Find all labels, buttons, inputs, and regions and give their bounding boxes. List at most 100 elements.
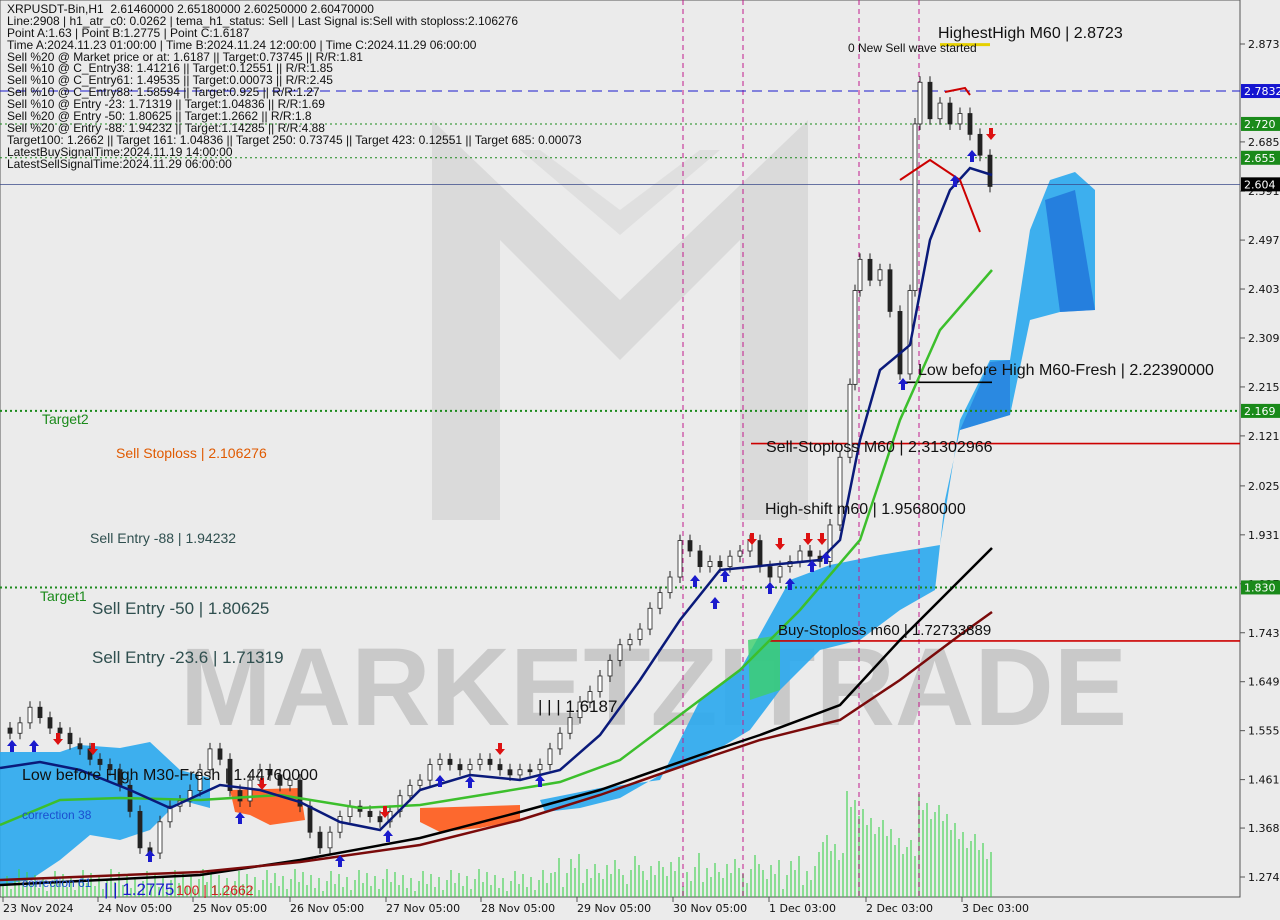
volume-bar (766, 879, 768, 897)
volume-bar (958, 839, 960, 897)
y-tick-label: 2.8735 (1248, 38, 1280, 51)
candle-body (807, 550, 813, 557)
volume-bar (906, 847, 908, 897)
volume-bar (874, 834, 876, 897)
volume-bar (382, 879, 384, 897)
candle-body (637, 628, 643, 640)
volume-bar (10, 889, 12, 897)
volume-bar (458, 873, 460, 897)
candle-body (527, 769, 533, 773)
volume-bar (402, 875, 404, 897)
low-before-high-m30-label: Low before High M30-Fresh | 1.44760000 (22, 767, 318, 784)
volume-bar (986, 859, 988, 897)
volume-bar (94, 886, 96, 897)
volume-bar (730, 873, 732, 897)
volume-bar (662, 867, 664, 897)
volume-bar (770, 865, 772, 897)
volume-bar (338, 874, 340, 897)
volume-bar (754, 855, 756, 897)
candle-body (957, 113, 963, 125)
volume-bar (810, 880, 812, 897)
volume-bar (862, 809, 864, 897)
volume-bar (438, 877, 440, 897)
volume-bar (790, 861, 792, 897)
candle-body (237, 790, 243, 802)
volume-bar (482, 882, 484, 897)
candle-body (797, 550, 803, 562)
volume-bar (670, 862, 672, 897)
volume-bar (430, 874, 432, 897)
volume-bar (306, 885, 308, 897)
volume-bar (442, 890, 444, 897)
y-tick-label: 2.025 (1248, 480, 1280, 493)
volume-bar (502, 878, 504, 897)
volume-bar (950, 830, 952, 897)
volume-bar (974, 834, 976, 897)
candle-body (537, 764, 543, 771)
candle-body (987, 154, 993, 187)
volume-bar (422, 871, 424, 897)
candle-body (657, 592, 663, 609)
candle-body (47, 717, 53, 729)
buy-stoploss-m60-label: Buy-Stoploss m60 | 1.72733889 (778, 622, 991, 639)
candle-body (547, 748, 553, 765)
x-tick-label: 24 Nov 05:00 (98, 902, 172, 915)
candle-body (757, 540, 763, 568)
candle-body (447, 758, 453, 765)
candle-body (897, 311, 903, 375)
volume-bar (990, 852, 992, 897)
candle-body (467, 764, 473, 771)
volume-bar (634, 856, 636, 897)
volume-bar (926, 803, 928, 897)
x-tick-label: 27 Nov 05:00 (386, 902, 460, 915)
candle-body (567, 717, 573, 734)
volume-bar (758, 864, 760, 897)
volume-bar (622, 875, 624, 897)
candle-body (137, 810, 143, 849)
volume-bar (606, 865, 608, 897)
volume-bar (694, 867, 696, 897)
candle-body (717, 561, 723, 568)
volume-bar (894, 845, 896, 897)
high-shift-m60-label: High-shift m60 | 1.95680000 (765, 501, 966, 518)
volume-bar (554, 872, 556, 897)
candle-body (647, 607, 653, 630)
volume-bar (530, 877, 532, 897)
candle-body (417, 779, 423, 786)
volume-bar (690, 881, 692, 897)
volume-bar (870, 818, 872, 897)
volume-bar (794, 870, 796, 897)
volume-bar (498, 888, 500, 897)
volume-bar (254, 877, 256, 897)
volume-bar (390, 882, 392, 897)
x-tick-label: 30 Nov 05:00 (673, 902, 747, 915)
price-tag-label: 2.655 (1244, 152, 1276, 165)
c-point-label: | | | 1.6187 (538, 697, 617, 716)
volume-bar (702, 882, 704, 897)
candle-body (967, 113, 973, 135)
volume-bar (678, 857, 680, 897)
volume-bar (806, 871, 808, 897)
volume-bar (398, 885, 400, 897)
volume-bar (546, 883, 548, 897)
candle-body (912, 123, 918, 291)
volume-bar (418, 881, 420, 897)
volume-bar (378, 889, 380, 897)
x-tick-label: 1 Dec 03:00 (769, 902, 836, 915)
volume-bar (406, 888, 408, 897)
volume-bar (878, 827, 880, 897)
volume-bar (714, 863, 716, 897)
volume-bar (814, 866, 816, 897)
candle-body (457, 764, 463, 771)
volume-bar (454, 883, 456, 897)
x-tick-label: 2 Dec 03:00 (866, 902, 933, 915)
volume-bar (514, 871, 516, 897)
x-tick-label: 23 Nov 2024 (3, 902, 73, 915)
volume-bar (786, 875, 788, 897)
candle-body (977, 133, 983, 156)
volume-bar (854, 800, 856, 897)
volume-bar (294, 869, 296, 897)
candle-body (627, 639, 633, 646)
volume-bar (658, 861, 660, 897)
volume-bar (562, 887, 564, 897)
